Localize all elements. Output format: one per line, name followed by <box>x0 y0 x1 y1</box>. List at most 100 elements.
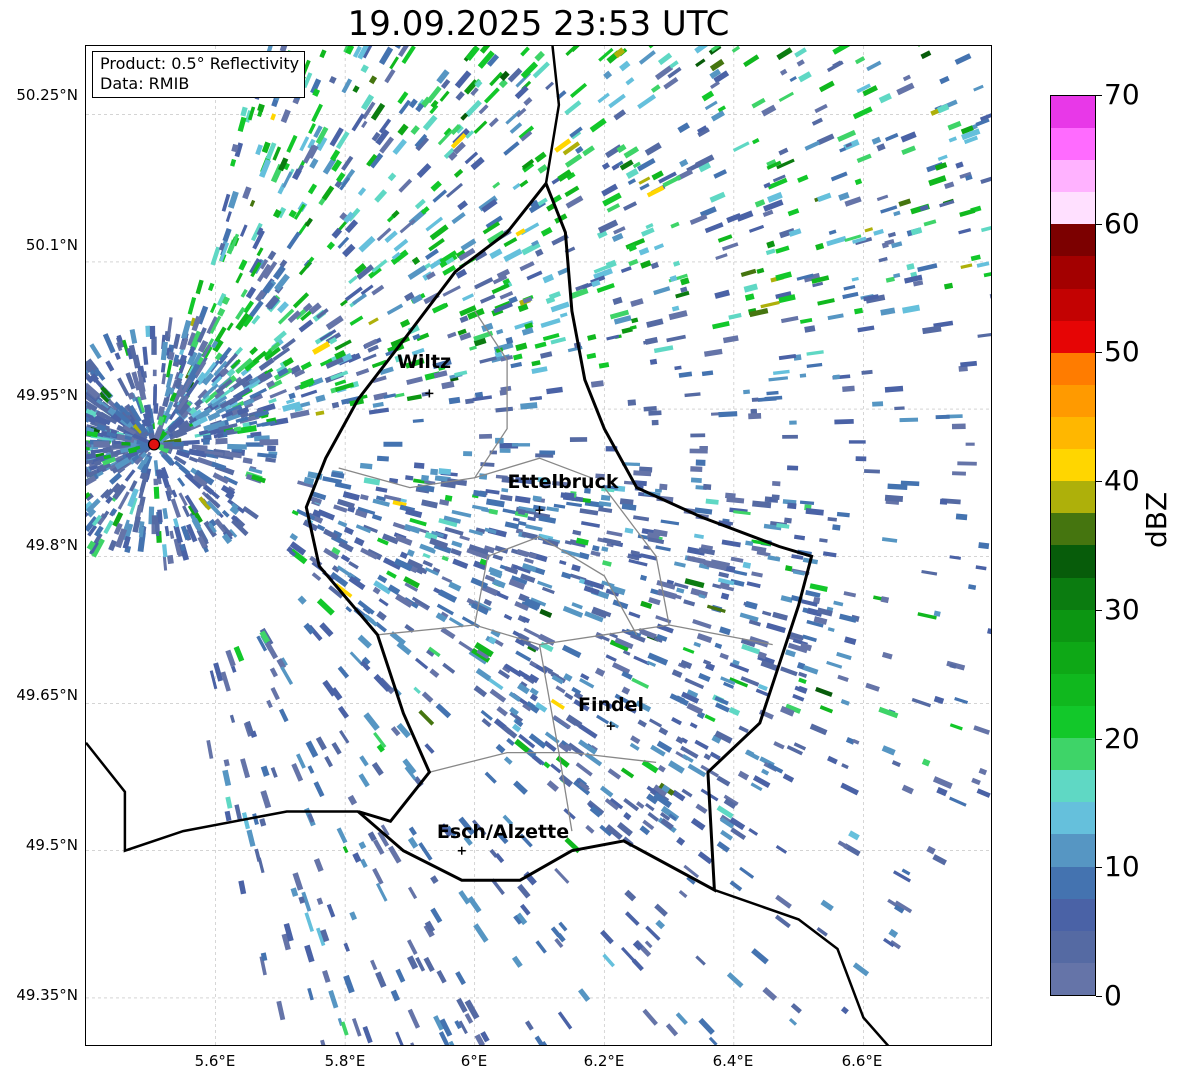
echo-cell <box>444 526 464 536</box>
echo-cell <box>784 649 796 658</box>
echo-cell <box>804 325 816 333</box>
echo-cell <box>341 155 354 171</box>
echo-cell <box>671 716 682 726</box>
echo-cell <box>550 763 562 774</box>
echo-cell <box>386 303 404 316</box>
echo-cell <box>169 530 175 539</box>
echo-cell <box>696 632 713 644</box>
echo-cell <box>515 342 528 352</box>
echo-cell <box>784 565 793 572</box>
echo-cell <box>797 174 809 183</box>
echo-cell <box>395 968 406 983</box>
echo-cell <box>414 657 429 670</box>
echo-cell <box>896 82 915 96</box>
lat-tick-label: 50.25°N <box>16 86 78 104</box>
echo-cell <box>947 120 962 131</box>
echo-cell <box>399 318 411 328</box>
echo-cell <box>455 971 466 986</box>
echo-cell <box>695 58 706 68</box>
echo-cell <box>605 259 617 269</box>
echo-cell <box>668 310 688 321</box>
echo-cell <box>778 147 789 156</box>
echo-cell <box>513 780 528 795</box>
echo-cell <box>286 134 298 153</box>
echo-cell <box>600 929 614 945</box>
echo-cell <box>311 572 322 582</box>
echo-cell <box>480 709 493 721</box>
colorbar-tick-label: 40 <box>1104 464 1140 498</box>
echo-cell <box>647 811 660 822</box>
echo-cell <box>921 569 938 576</box>
echo-cell <box>362 1026 373 1044</box>
echo-cell <box>679 158 689 168</box>
echo-cell <box>935 414 950 420</box>
echo-cell <box>259 818 267 827</box>
echo-cell <box>464 99 482 118</box>
echo-cell <box>852 106 873 120</box>
echo-cell <box>804 140 821 151</box>
echo-cell <box>836 511 850 518</box>
echo-cell <box>543 740 557 753</box>
echo-cell <box>540 318 561 328</box>
echo-cell <box>575 762 593 777</box>
echo-cell <box>625 168 639 180</box>
echo-cell <box>939 498 948 505</box>
echo-cell <box>555 755 570 768</box>
echo-cell <box>334 339 352 351</box>
echo-cell <box>540 351 553 359</box>
echo-cell <box>488 508 499 515</box>
echo-cell <box>421 474 430 482</box>
echo-cell <box>841 763 849 770</box>
echo-cell <box>564 492 575 500</box>
echo-cell <box>376 455 389 462</box>
echo-cell <box>619 60 631 72</box>
echo-cell <box>89 343 102 360</box>
echo-cell <box>526 270 543 281</box>
echo-cell <box>448 1040 462 1045</box>
echo-cell <box>257 103 265 112</box>
echo-cell <box>648 410 662 416</box>
echo-cell <box>441 380 455 390</box>
echo-cell <box>297 595 307 605</box>
echo-cell <box>653 243 665 251</box>
echo-cell <box>324 755 333 768</box>
echo-cell <box>270 686 280 701</box>
echo-cell <box>473 120 488 134</box>
echo-cell <box>511 443 531 447</box>
echo-cell <box>657 588 677 600</box>
echo-cell <box>837 674 849 682</box>
echo-cell <box>693 641 702 648</box>
echo-cell <box>631 677 650 689</box>
city-label-ettelbruck: Ettelbruck <box>507 471 619 493</box>
echo-cell <box>596 714 610 725</box>
echo-cell <box>757 396 777 402</box>
echo-cell <box>679 659 693 670</box>
echo-cell <box>864 227 874 233</box>
radar-map[interactable] <box>85 45 992 1046</box>
echo-cell <box>633 655 651 666</box>
colorbar-tick-label: 10 <box>1104 850 1140 884</box>
colorbar-tick-mark <box>1096 996 1102 997</box>
echo-cell <box>971 777 981 786</box>
echo-cell <box>594 667 606 677</box>
echo-cell <box>153 478 159 486</box>
echo-cell <box>976 788 991 798</box>
echo-cell <box>361 120 368 129</box>
echo-cell <box>958 228 972 235</box>
echo-cell <box>240 758 251 779</box>
echo-cell <box>926 845 936 855</box>
echo-cell <box>978 542 990 550</box>
echo-cell <box>408 886 418 900</box>
lon-tick-label: 6.4°E <box>712 1052 754 1070</box>
echo-cell <box>644 802 655 812</box>
echo-cell <box>884 132 899 142</box>
echo-cell <box>393 238 409 252</box>
echo-cell <box>414 198 426 210</box>
echo-cell <box>206 739 214 759</box>
colorbar-segment <box>1051 320 1095 353</box>
echo-cell <box>353 537 365 547</box>
lon-tick-label: 6.2°E <box>583 1052 625 1070</box>
echo-cell <box>677 122 691 134</box>
echo-cell <box>678 889 688 899</box>
echo-cell <box>782 773 795 783</box>
